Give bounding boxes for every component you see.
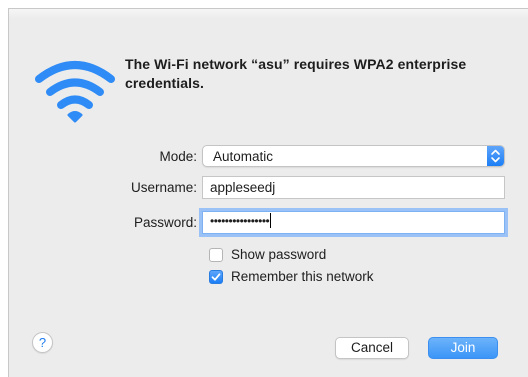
checkmark-icon [211,273,221,281]
mode-popup[interactable]: Automatic [202,145,505,167]
wifi-icon [35,61,115,123]
remember-network-checkbox[interactable] [209,270,223,284]
password-label: Password: [133,215,197,230]
password-field[interactable]: •••••••••••••••• [202,211,505,234]
mode-row: Mode: Automatic [0,145,520,171]
help-button[interactable]: ? [32,332,53,353]
dialog-top-edge [9,9,528,19]
join-button[interactable]: Join [428,337,498,359]
username-row: Username: appleseedj [0,176,520,202]
dialog-heading: The Wi-Fi network “asu” requires WPA2 en… [125,56,467,91]
username-field[interactable]: appleseedj [202,176,505,199]
mode-label: Mode: [159,149,197,164]
username-value: appleseedj [210,180,276,195]
mode-value: Automatic [213,149,274,164]
remember-network-label: Remember this network [231,269,374,284]
password-row: Password: •••••••••••••••• [0,211,520,237]
text-caret [270,213,272,228]
password-dots: •••••••••••••••• [210,214,270,228]
show-password-checkbox[interactable] [209,248,223,262]
username-label: Username: [130,180,197,195]
popup-arrows-icon [487,146,504,166]
show-password-label: Show password [231,247,327,262]
cancel-button[interactable]: Cancel [335,337,409,359]
password-value: •••••••••••••••• [210,213,272,228]
